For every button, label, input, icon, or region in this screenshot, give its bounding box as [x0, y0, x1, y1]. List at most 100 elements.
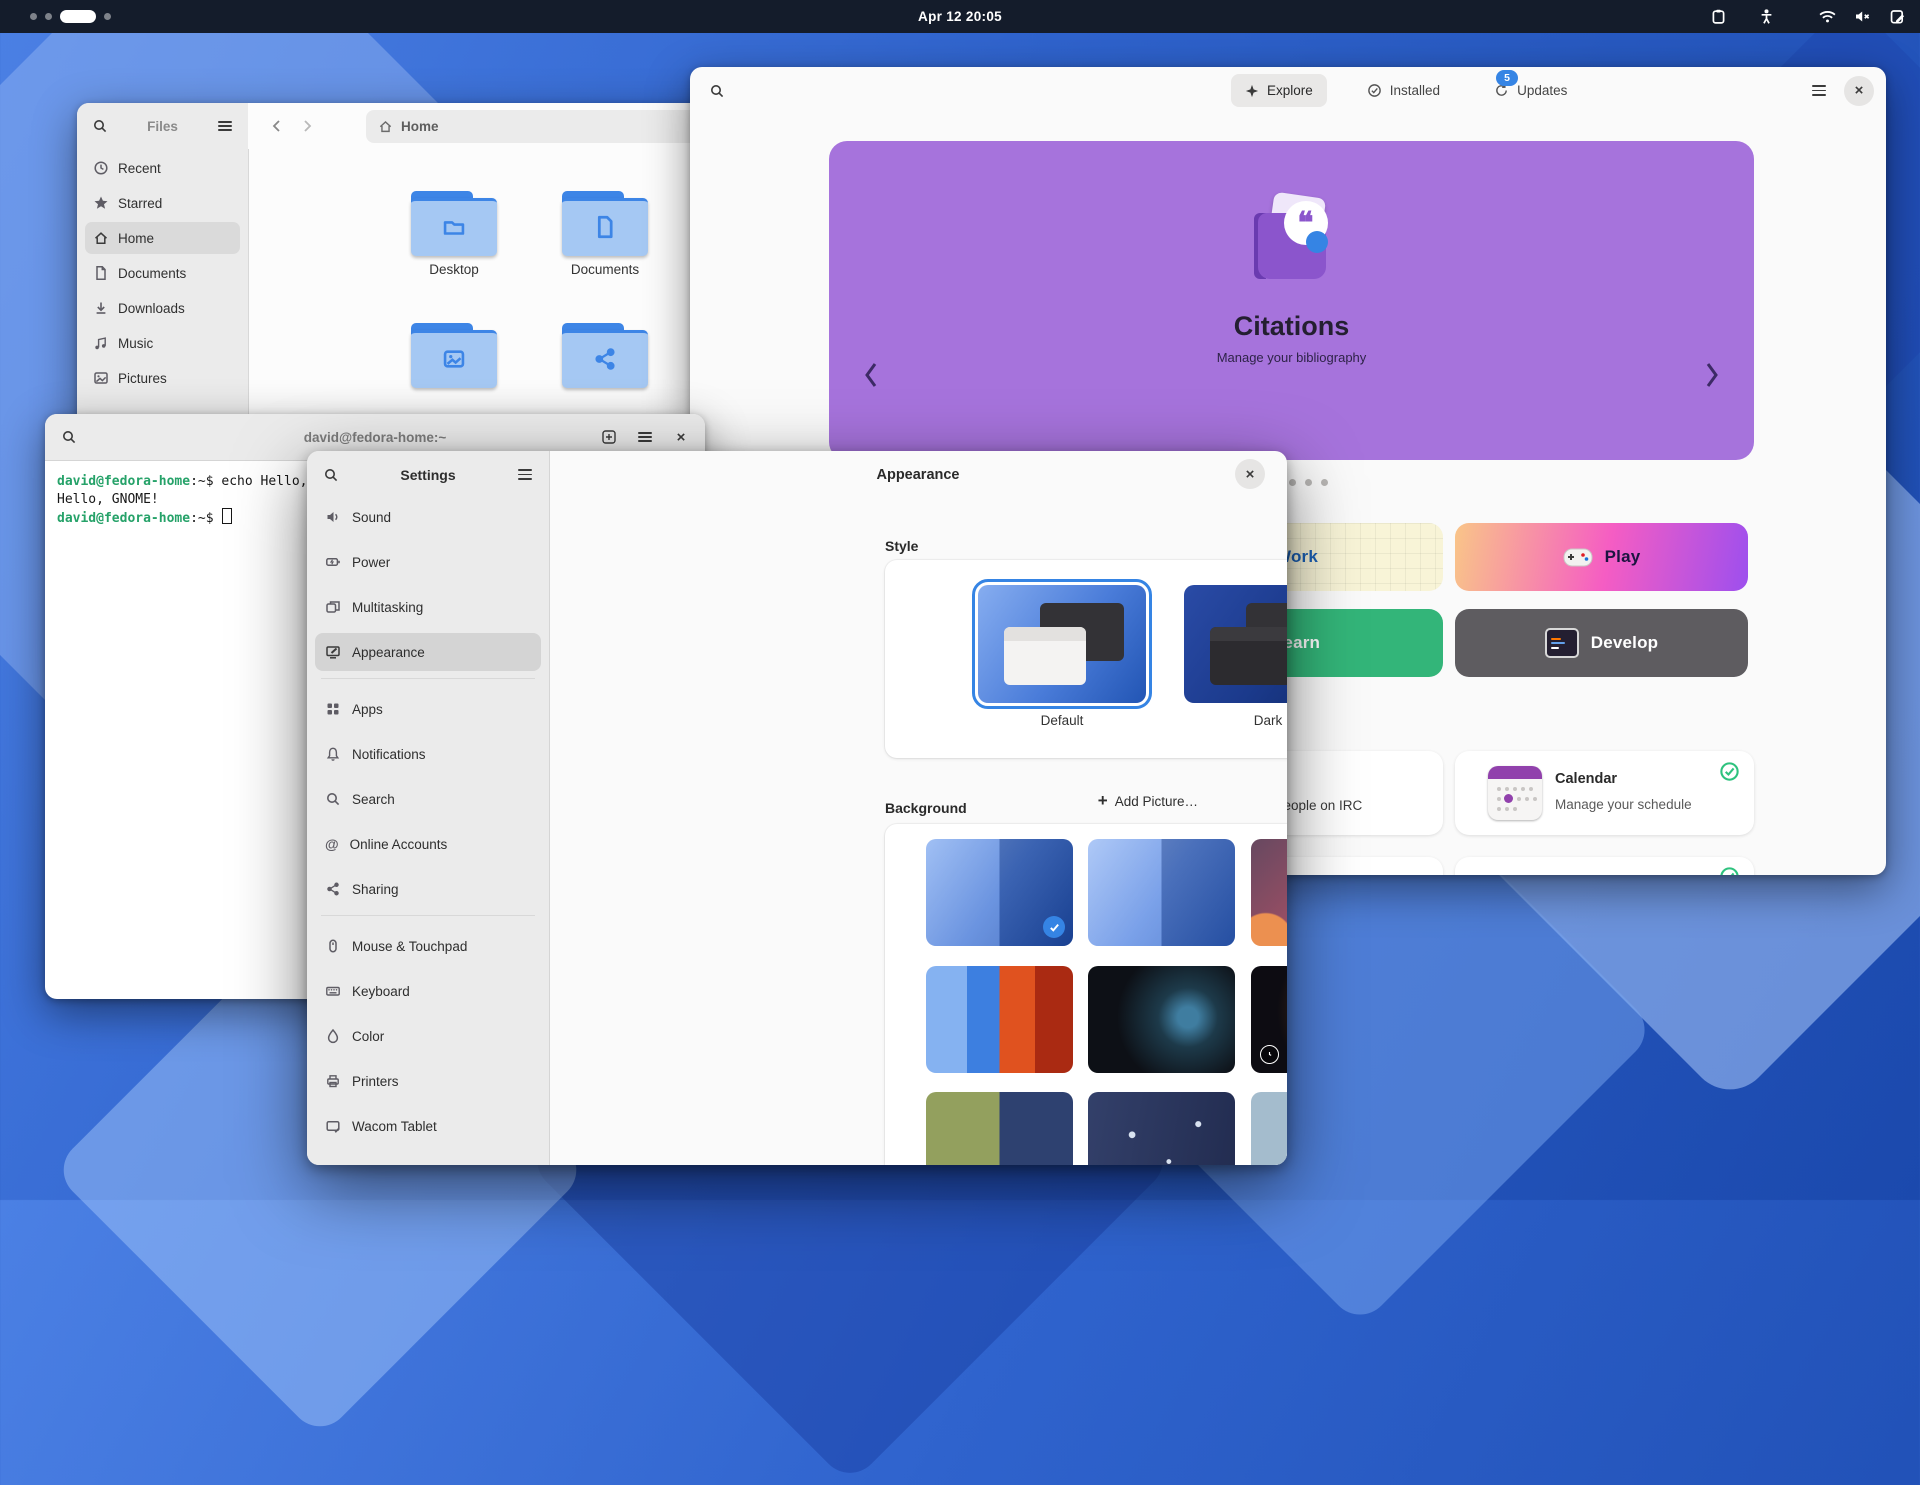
terminal-prompt: david@fedora-home — [57, 474, 190, 489]
add-picture-label: Add Picture… — [1115, 794, 1198, 809]
volume-muted-icon[interactable] — [1854, 8, 1872, 25]
folder-documents[interactable]: Documents — [545, 191, 665, 277]
image-icon — [411, 333, 497, 385]
settings-item-sound[interactable]: Sound — [315, 498, 541, 536]
sidebar-item-starred[interactable]: Starred — [85, 187, 240, 219]
clock[interactable]: Apr 12 20:05 — [0, 9, 1920, 24]
settings-item-label: Multitasking — [352, 600, 423, 615]
menu-icon[interactable] — [210, 111, 240, 141]
app-card-partial[interactable] — [1455, 857, 1754, 875]
background-thumbnail[interactable] — [1251, 839, 1287, 946]
folder-pictures[interactable] — [394, 323, 514, 385]
tab-explore[interactable]: Explore — [1231, 74, 1327, 107]
featured-banner[interactable]: ❝ Citations Manage your bibliography — [829, 141, 1754, 460]
settings-sidebar: Settings Sound Power Multitasking Appear… — [307, 451, 550, 1165]
breadcrumb[interactable]: Home — [366, 110, 710, 143]
tablet-icon — [325, 1118, 341, 1134]
settings-item-power[interactable]: Power — [315, 543, 541, 581]
background-thumbnail-selected[interactable] — [926, 839, 1073, 946]
background-thumbnail[interactable] — [926, 966, 1073, 1073]
sidebar-item-label: Home — [118, 231, 154, 246]
banner-title: Citations — [1234, 311, 1350, 342]
folder-desktop[interactable]: Desktop — [394, 191, 514, 277]
close-icon[interactable]: × — [1235, 459, 1265, 489]
search-icon[interactable] — [85, 111, 115, 141]
close-icon[interactable]: × — [1844, 76, 1874, 106]
settings-item-apps[interactable]: Apps — [315, 690, 541, 728]
search-icon[interactable] — [54, 422, 84, 452]
app-card-subtitle: people on IRC — [1276, 798, 1362, 813]
style-card: Default Dark — [885, 560, 1287, 758]
sidebar-item-label: Pictures — [118, 371, 167, 386]
settings-item-notifications[interactable]: Notifications — [315, 735, 541, 773]
tab-installed[interactable]: Installed — [1353, 74, 1454, 107]
pen-device-icon[interactable] — [1889, 8, 1906, 25]
search-icon — [325, 791, 341, 807]
share-icon — [562, 333, 648, 385]
folder-icon — [411, 201, 497, 253]
files-window-title: Files — [147, 119, 178, 134]
menu-icon[interactable] — [630, 422, 660, 452]
settings-item-sharing[interactable]: Sharing — [315, 870, 541, 908]
folder-label: Documents — [545, 262, 665, 277]
terminal-cursor — [222, 508, 232, 524]
background-thumbnail[interactable] — [1088, 839, 1235, 946]
sidebar-item-pictures[interactable]: Pictures — [85, 362, 240, 394]
sidebar-item-label: Documents — [118, 266, 186, 281]
clock-icon — [93, 160, 109, 176]
background-thumbnail[interactable] — [1088, 966, 1235, 1073]
settings-item-wacom[interactable]: Wacom Tablet — [315, 1107, 541, 1145]
sidebar-item-music[interactable]: Music — [85, 327, 240, 359]
style-option-default[interactable] — [978, 585, 1146, 703]
settings-item-keyboard[interactable]: Keyboard — [315, 972, 541, 1010]
settings-item-printers[interactable]: Printers — [315, 1062, 541, 1100]
settings-item-online-accounts[interactable]: @ Online Accounts — [315, 825, 541, 863]
search-icon[interactable] — [702, 76, 732, 106]
back-icon[interactable] — [262, 111, 292, 141]
new-tab-icon[interactable] — [594, 422, 624, 452]
wifi-icon[interactable] — [1818, 8, 1837, 25]
settings-item-appearance[interactable]: Appearance — [315, 633, 541, 671]
settings-item-label: Sharing — [352, 882, 399, 897]
background-thumbnail[interactable] — [1251, 966, 1287, 1073]
menu-icon[interactable] — [510, 460, 540, 490]
forward-icon[interactable] — [292, 111, 322, 141]
close-icon[interactable]: × — [666, 422, 696, 452]
app-card-calendar[interactable]: Calendar Manage your schedule — [1455, 751, 1754, 835]
category-tile-develop[interactable]: Develop — [1455, 609, 1748, 677]
sidebar-item-recent[interactable]: Recent — [85, 152, 240, 184]
settings-item-label: Search — [352, 792, 395, 807]
settings-item-multitasking[interactable]: Multitasking — [315, 588, 541, 626]
search-icon[interactable] — [316, 460, 346, 490]
display-brush-icon — [325, 644, 341, 660]
tab-label: Installed — [1390, 83, 1440, 98]
accessibility-icon[interactable] — [1758, 8, 1775, 25]
background-thumbnail[interactable] — [926, 1092, 1073, 1165]
background-thumbnail[interactable] — [1251, 1092, 1287, 1165]
background-thumbnail[interactable] — [1088, 1092, 1235, 1165]
music-icon — [93, 335, 109, 351]
terminal-command: echo Hello, — [221, 474, 307, 489]
settings-item-label: Appearance — [352, 645, 425, 660]
banner-pagination-dots[interactable] — [1289, 479, 1328, 486]
settings-item-search[interactable]: Search — [315, 780, 541, 818]
windows-icon — [325, 599, 341, 615]
settings-item-label: Keyboard — [352, 984, 410, 999]
menu-icon[interactable] — [1804, 76, 1834, 106]
background-card — [885, 824, 1287, 1165]
folder-public[interactable] — [545, 323, 665, 385]
sidebar-item-home[interactable]: Home — [85, 222, 240, 254]
sidebar-item-documents[interactable]: Documents — [85, 257, 240, 289]
printer-icon — [325, 1073, 341, 1089]
installed-check-icon — [1719, 761, 1740, 787]
status-area[interactable] — [1710, 0, 1906, 33]
terminal-prompt-suffix: :~$ — [190, 474, 221, 489]
style-option-dark[interactable] — [1184, 585, 1287, 703]
settings-item-color[interactable]: Color — [315, 1017, 541, 1055]
category-tile-play[interactable]: Play — [1455, 523, 1748, 591]
sidebar-item-downloads[interactable]: Downloads — [85, 292, 240, 324]
clipboard-icon[interactable] — [1710, 8, 1727, 25]
add-picture-button[interactable]: + Add Picture… — [1098, 788, 1198, 814]
tab-updates[interactable]: 5 Updates — [1480, 74, 1581, 107]
settings-item-mouse-touchpad[interactable]: Mouse & Touchpad — [315, 927, 541, 965]
